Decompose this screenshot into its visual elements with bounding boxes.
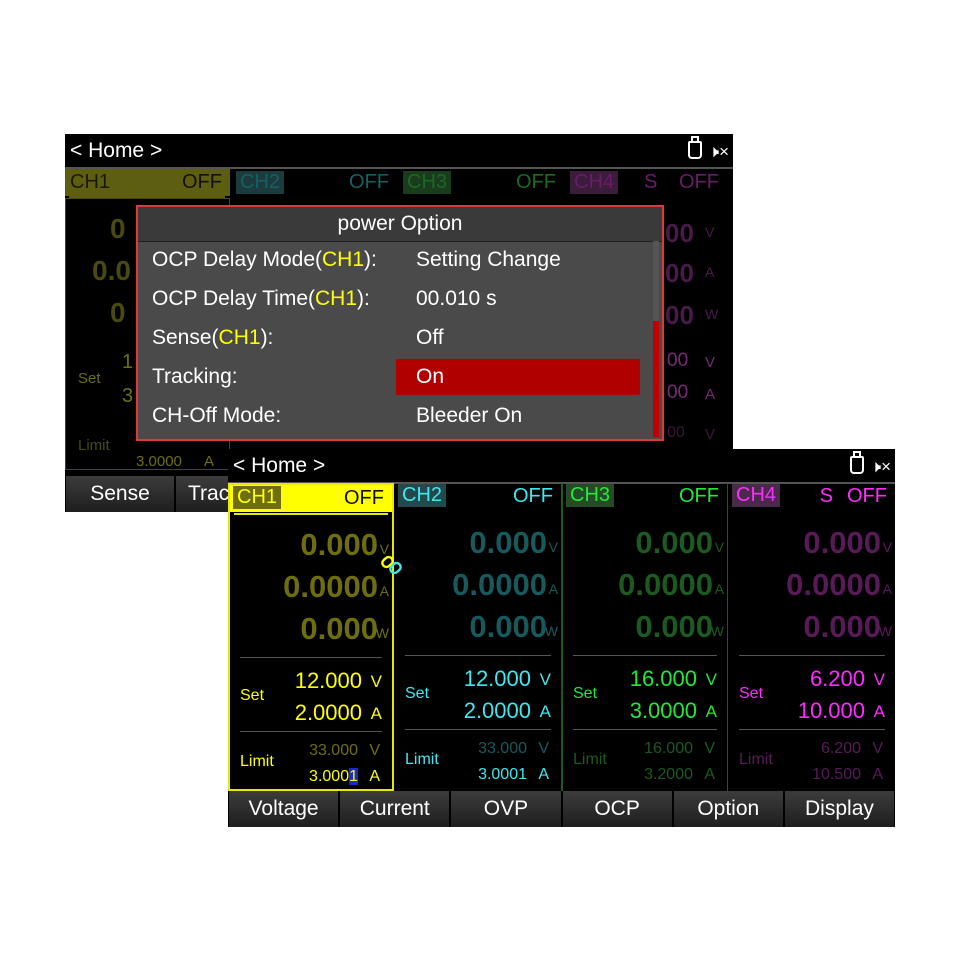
ch3-current: 0.0000 [618,567,713,602]
tab-ch1[interactable]: CH1 OFF [230,485,392,512]
ch-off-mode-value[interactable]: Bleeder On [416,399,522,433]
ch1-power: 0.000 [300,611,378,646]
tab-ch3[interactable]: CH3 OFF [399,169,564,196]
ch3-power: 0.000 [635,609,713,644]
ch3-set-current[interactable]: 3.0000 [630,698,697,724]
ch3-set-voltage[interactable]: 16.000 [630,666,697,692]
edit-cursor: 1 [349,768,358,785]
tracking-label: Tracking: [152,365,238,388]
ch2-set-voltage[interactable]: 12.000 [464,666,531,692]
power-option-dialog: power Option OCP Delay Mode(CH1): Settin… [136,205,664,441]
ch1-current: 0.0000 [283,569,378,604]
sense-label: Sense(CH1): [152,326,274,349]
ocp-delay-time-label: OCP Delay Time(CH1): [152,287,370,310]
header: < Home > 🕨× [65,134,733,169]
softkey-voltage[interactable]: Voltage [229,791,339,827]
ch2-current: 0.0000 [452,567,547,602]
tracking-link-icon [381,555,402,575]
ch4-limit-current[interactable]: 10.500 [812,766,861,784]
ch2-voltage: 0.000 [469,525,547,560]
softkey-current[interactable]: Current [340,791,450,827]
ch1-voltage: 0.000 [300,527,378,562]
home-title[interactable]: < Home > [233,454,325,478]
tab-ch1[interactable]: CH1 OFF [65,169,230,196]
ch4-set-current[interactable]: 10.000 [798,698,865,724]
channel-ch3[interactable]: CH3 OFF 0.000 V 0.0000 A 0.000 W Set 16.… [562,483,728,791]
ch4-set-voltage[interactable]: 6.200 [810,666,865,692]
usb-icon [850,451,865,474]
ch4-voltage: 0.000 [803,525,881,560]
dialog-title: power Option [138,207,662,242]
channel-ch2[interactable]: CH2 OFF 0.000 V 0.0000 A 0.000 W Set 12.… [395,483,562,791]
header: < Home > 🕨× [228,449,895,484]
ch2-power: 0.000 [469,609,547,644]
dialog-scrollbar[interactable] [653,241,659,437]
softkey-ovp[interactable]: OVP [451,791,561,827]
ch1-set-voltage[interactable]: 12.000 [295,668,362,694]
softkey-bar: Voltage Current OVP OCP Option Display [228,791,895,827]
usb-icon [688,136,703,159]
softkey-option[interactable]: Option [673,791,783,827]
ch4-current: 0.0000 [786,567,881,602]
ch4-power: 0.000 [803,609,881,644]
tracking-value[interactable]: On [416,360,444,394]
ch3-limit-current[interactable]: 3.2000 [644,766,693,784]
channel-ch4[interactable]: CH4 S OFF 0.000 V 0.0000 A 0.000 W Set 6… [729,483,895,791]
tab-ch4[interactable]: CH4 S OFF [729,483,895,510]
mute-icon: 🕨× [870,457,891,476]
ch2-set-current[interactable]: 2.0000 [464,698,531,724]
tab-ch2[interactable]: CH2 OFF [232,169,397,196]
tab-ch3[interactable]: CH3 OFF [563,483,727,510]
front-screen: < Home > 🕨× CH1 OFF 0.000 V 0.0000 A 0.0… [228,449,895,827]
ch1-set-current[interactable]: 2.0000 [295,700,362,726]
channel-ch1[interactable]: CH1 OFF 0.000 V 0.0000 A 0.000 W Set 12.… [228,483,394,791]
ch2-limit-current[interactable]: 3.0001 [478,766,527,784]
mute-icon: 🕨× [708,142,729,161]
softkey-sense[interactable]: Sense [66,476,174,512]
tab-ch2[interactable]: CH2 OFF [395,483,561,510]
ch-off-mode-label: CH-Off Mode: [152,404,282,427]
softkey-ocp[interactable]: OCP [562,791,672,827]
home-title[interactable]: < Home > [70,139,162,163]
tab-ch4[interactable]: CH4 S OFF [566,169,733,196]
sense-value[interactable]: Off [416,321,444,355]
ch1-limit-current[interactable]: 3.0001 [309,768,358,786]
ocp-delay-mode-value[interactable]: Setting Change [416,243,561,277]
ch4-panel-back: 00 V 00 A 00 W 00 V 00 A 00 V [665,218,719,443]
ocp-delay-time-value[interactable]: 00.010 s [416,282,497,316]
ch3-voltage: 0.000 [635,525,713,560]
ocp-delay-mode-label: OCP Delay Mode(CH1): [152,248,377,271]
softkey-display[interactable]: Display [784,791,895,827]
scrollbar-thumb[interactable] [653,321,659,437]
